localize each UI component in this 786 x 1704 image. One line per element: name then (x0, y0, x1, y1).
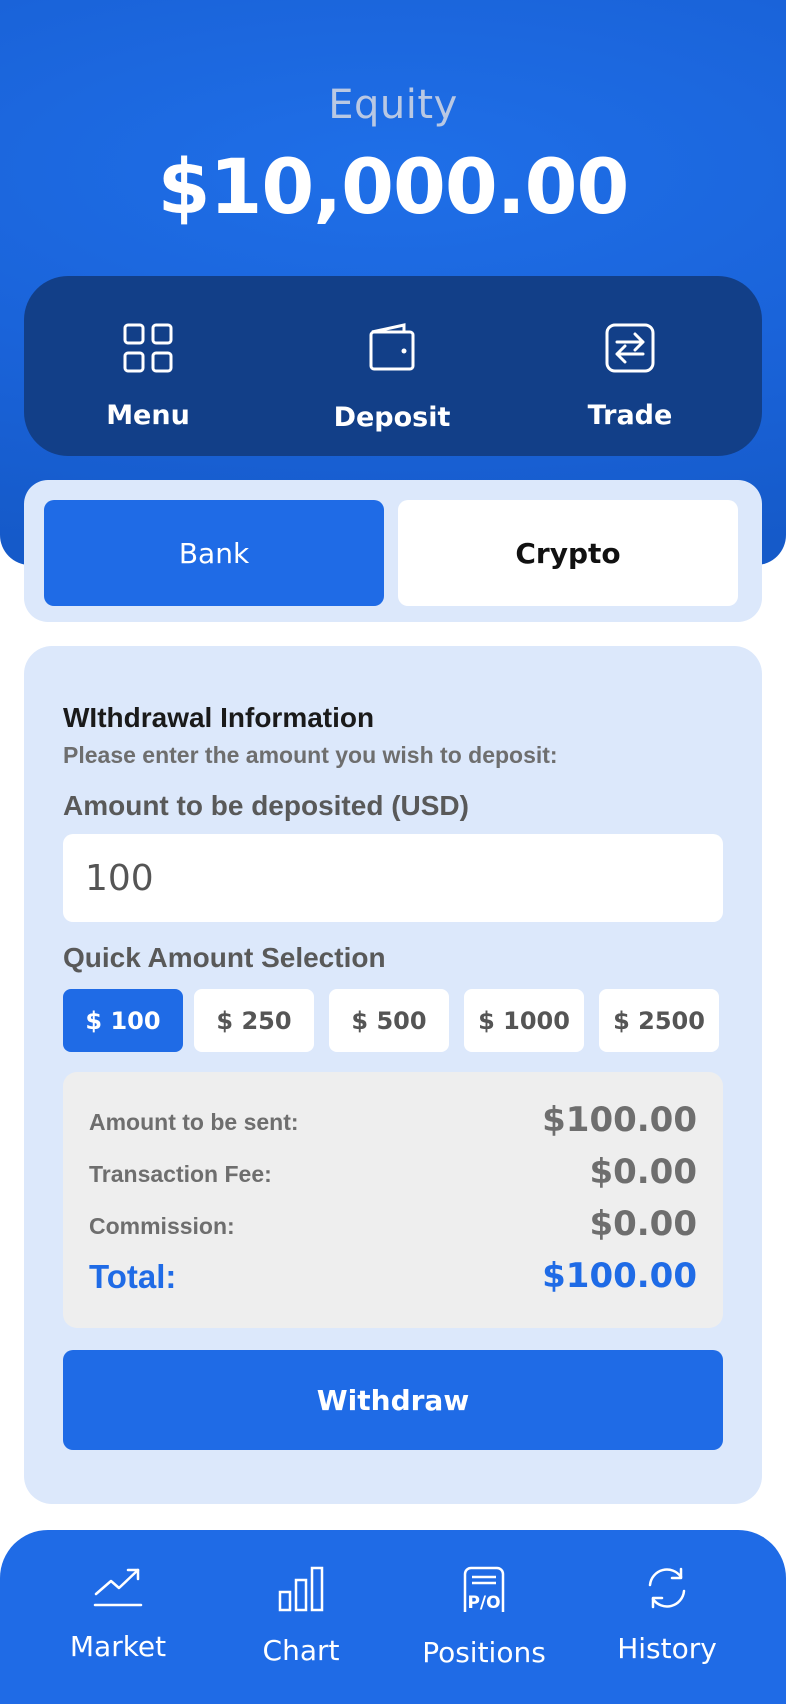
form-title: WIthdrawal Information (63, 702, 375, 733)
total-label: Total: (89, 1258, 177, 1295)
amount-input[interactable] (63, 834, 723, 922)
wallet-icon (369, 323, 415, 371)
quick-amount-500[interactable]: $ 500 (329, 989, 449, 1052)
form-subtitle: Please enter the amount you wish to depo… (63, 742, 558, 768)
quick-amount-1000[interactable]: $ 1000 (464, 989, 584, 1052)
amount-label: Amount to be deposited (USD) (63, 790, 469, 821)
deposit-button[interactable]: Deposit (292, 276, 492, 456)
quick-amount-2500[interactable]: $ 2500 (599, 989, 719, 1052)
market-label: Market (69, 1630, 167, 1663)
trade-button[interactable]: Trade (530, 276, 730, 456)
exchange-icon (605, 323, 655, 373)
summary-row-commission: Commission: $0.00 (89, 1204, 697, 1244)
svg-text:P/O: P/O (467, 1593, 500, 1613)
crypto-tab[interactable]: Crypto (398, 500, 738, 606)
trend-up-icon (93, 1568, 143, 1607)
grid-icon (123, 323, 173, 373)
total-value: $100.00 (542, 1256, 697, 1296)
nav-market[interactable]: Market (28, 1530, 208, 1704)
action-bar: Menu Deposit Trade (24, 276, 762, 456)
trade-label: Trade (587, 400, 673, 431)
refresh-icon (648, 1567, 686, 1609)
sent-value: $100.00 (542, 1100, 697, 1140)
sent-label: Amount to be sent: (89, 1109, 299, 1135)
withdraw-button[interactable]: Withdraw (63, 1350, 723, 1450)
fee-label: Transaction Fee: (89, 1161, 272, 1187)
quick-amount-250[interactable]: $ 250 (194, 989, 314, 1052)
commission-value: $0.00 (589, 1204, 697, 1244)
fee-value: $0.00 (589, 1152, 697, 1192)
payment-method-toggle: Bank Crypto (24, 480, 762, 622)
nav-chart[interactable]: Chart (211, 1530, 391, 1704)
menu-button[interactable]: Menu (48, 276, 248, 456)
bank-tab[interactable]: Bank (44, 500, 384, 606)
commission-label: Commission: (89, 1213, 235, 1239)
quick-amount-100[interactable]: $ 100 (63, 989, 183, 1052)
quick-amount-label: Quick Amount Selection (63, 942, 386, 973)
summary-row-fee: Transaction Fee: $0.00 (89, 1152, 697, 1192)
quick-amount-row: $ 100 $ 250 $ 500 $ 1000 $ 2500 (63, 989, 723, 1052)
receipt-pl-icon: P/O (463, 1566, 505, 1613)
summary-box: Amount to be sent: $100.00 Transaction F… (63, 1072, 723, 1328)
nav-history[interactable]: History (577, 1530, 757, 1704)
deposit-label: Deposit (333, 402, 451, 433)
chart-label: Chart (262, 1634, 340, 1667)
nav-positions[interactable]: P/O Positions (394, 1530, 574, 1704)
menu-label: Menu (106, 400, 190, 431)
positions-label: Positions (422, 1636, 546, 1669)
equity-label: Equity (328, 82, 458, 128)
equity-value: $10,000.00 (157, 142, 630, 231)
summary-row-sent: Amount to be sent: $100.00 (89, 1100, 697, 1140)
withdrawal-form-card: WIthdrawal Information Please enter the … (24, 646, 762, 1504)
summary-row-total: Total: $100.00 (89, 1256, 697, 1296)
history-label: History (617, 1632, 717, 1665)
bottom-nav: Market Chart P/O Positions History (0, 1530, 786, 1704)
bar-chart-icon (278, 1566, 324, 1612)
